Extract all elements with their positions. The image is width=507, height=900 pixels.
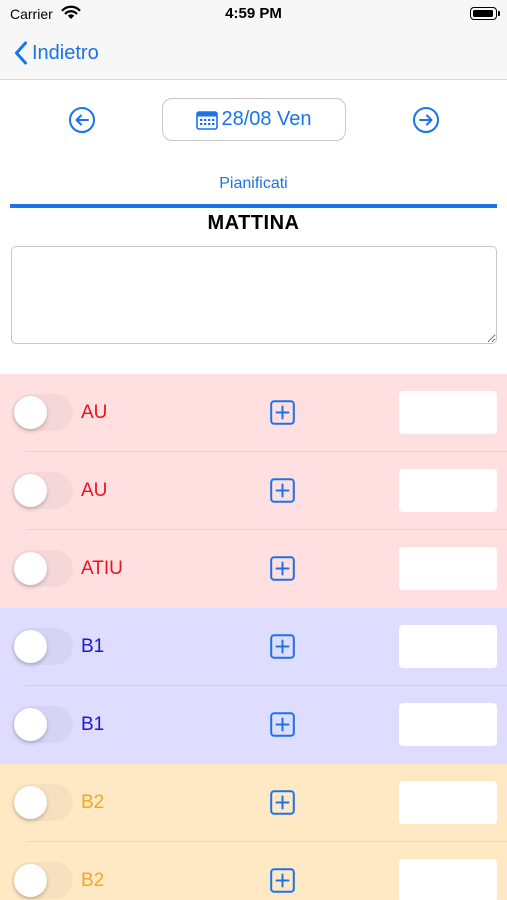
section-title: MATTINA [207,212,300,234]
back-label: Indietro [32,41,99,64]
list-item: AU [0,452,507,530]
list-item: B1 [0,608,507,686]
quantity-field[interactable] [399,391,497,434]
plus-square-icon[interactable] [270,868,295,893]
row-toggle[interactable] [12,472,73,509]
plus-square-icon[interactable] [270,478,295,503]
plus-square-icon[interactable] [270,400,295,425]
row-toggle[interactable] [12,784,73,821]
quantity-field[interactable] [399,469,497,512]
toggle-knob [14,786,47,819]
toggle-knob [14,396,47,429]
quantity-field[interactable] [399,625,497,668]
battery-icon [470,7,500,20]
row-label: B2 [81,870,105,891]
notes-textarea[interactable] [11,246,497,344]
list-item: B2 [0,842,507,900]
row-label: B2 [81,792,105,813]
next-day-button[interactable] [412,106,440,134]
chevron-left-icon [15,41,27,65]
list-item: ATIU [0,530,507,608]
quantity-field[interactable] [399,781,497,824]
row-toggle[interactable] [12,628,73,665]
row-label: B1 [81,636,105,657]
row-label: ATIU [81,558,123,579]
navigation-bar: Indietro [0,28,507,80]
items-list: AU AU ATIU B1 B1 B2 B2 [0,374,507,900]
toggle-knob [14,552,47,585]
previous-day-button[interactable] [68,106,96,134]
plus-square-icon[interactable] [270,712,295,737]
list-item: B1 [0,686,507,764]
tab-indicator [10,204,497,208]
tab-pianificati[interactable]: Pianificati [0,175,507,197]
clock: 4:59 PM [225,5,282,22]
row-toggle[interactable] [12,550,73,587]
list-item: B2 [0,764,507,842]
row-toggle[interactable] [12,394,73,431]
calendar-icon [196,110,219,130]
toggle-knob [14,474,47,507]
status-bar: Carrier 4:59 PM [0,0,507,28]
row-label: AU [81,402,108,423]
row-label: B1 [81,714,105,735]
plus-square-icon[interactable] [270,790,295,815]
back-button[interactable]: Indietro [14,38,99,68]
quantity-field[interactable] [399,547,497,590]
plus-square-icon[interactable] [270,556,295,581]
plus-square-icon[interactable] [270,634,295,659]
row-toggle[interactable] [12,862,73,899]
list-item: AU [0,374,507,452]
quantity-field[interactable] [399,859,497,900]
quantity-field[interactable] [399,703,497,746]
date-label: 28/08 Ven [221,108,312,130]
toggle-knob [14,630,47,663]
row-label: AU [81,480,108,501]
toggle-knob [14,864,47,897]
row-toggle[interactable] [12,706,73,743]
date-picker-button[interactable]: 28/08 Ven [162,98,346,141]
toggle-knob [14,708,47,741]
